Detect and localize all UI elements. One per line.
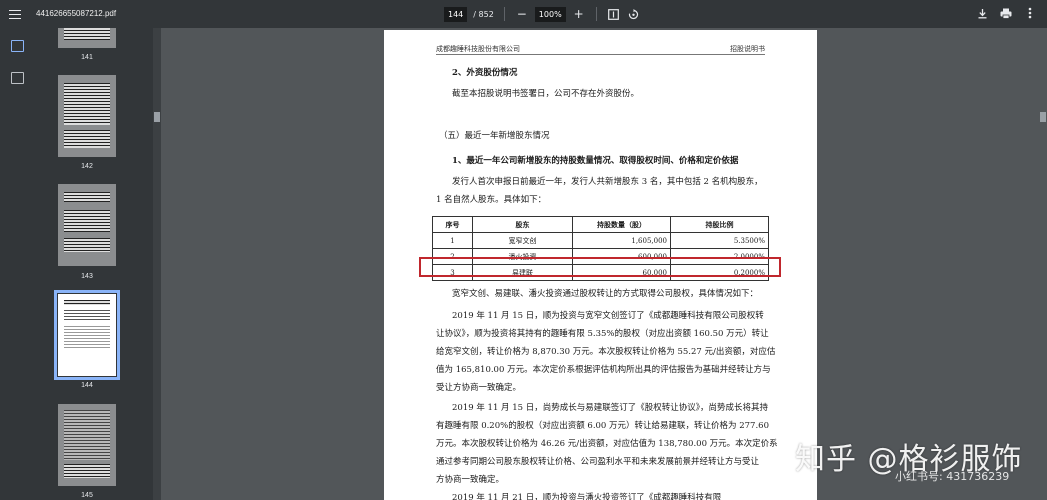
header-divider [436,54,765,55]
toolbar-right-actions [975,6,1037,20]
thumbnail-page-145[interactable] [58,404,116,486]
more-actions-button[interactable] [1023,6,1037,20]
download-button[interactable] [975,6,989,20]
table-header: 持股数量（股） [572,216,671,233]
thumbnail-number: 144 [81,382,93,389]
thumbnail-number: 142 [81,163,93,170]
thumbnail-content [64,210,110,232]
rotate-button[interactable] [627,7,641,21]
thumbnail-number: 143 [81,273,93,280]
section-heading: （五）最近一年新增股东情况 [439,131,550,141]
thumbnail-content [64,83,110,125]
thumbnail-number: 141 [81,54,93,61]
table-header: 持股比例 [670,216,769,233]
section-heading: 1、最近一年公司新增股东的持股数量情况、取得股权时间、价格和定价依据 [452,156,739,166]
print-button[interactable] [999,6,1013,20]
zoom-input[interactable]: 100% [534,6,566,22]
page-total: / 852 [473,9,494,19]
page-number-input[interactable]: 144 [444,6,468,22]
thumbnail-scrollbar[interactable] [153,28,161,500]
more-icon [1028,7,1032,19]
table-cell: 1,605,000 [572,232,671,249]
scrollbar-thumb[interactable] [1040,112,1046,122]
section-heading: 2、外资股份情况 [452,68,518,78]
table-cell: 5.3500% [670,232,769,249]
zoom-in-button[interactable]: + [572,7,586,21]
thumbnail-content [64,410,110,460]
table-header: 股东 [472,216,573,233]
document-scrollbar[interactable] [1039,28,1047,500]
scrollbar-thumb[interactable] [154,112,160,122]
outline-view-icon[interactable] [11,72,24,84]
thumbnail-content [64,192,110,202]
thumbnail-content [64,464,110,478]
zoom-out-button[interactable]: − [515,7,529,21]
rotate-icon [629,8,639,19]
menu-icon [9,9,21,19]
fit-page-button[interactable] [607,7,621,21]
thumbnail-content [64,300,110,305]
sidebar-rail [0,28,35,500]
paragraph-line: 受让方协商一致确定。 [436,383,522,393]
toolbar-divider [503,7,505,21]
print-icon [1000,8,1012,19]
paragraph: 截至本招股说明书签署日，公司不存在外资股份。 [452,89,640,99]
table-row: 1 宽窄文创 1,605,000 5.3500% [432,232,769,249]
thumbnail-page-144[interactable] [54,290,120,380]
thumbnail-content [64,130,110,148]
thumbnail-content [64,28,110,40]
file-name: 441626655087212.pdf [36,9,117,18]
paragraph-line: 宽窄文创、易建联、潘火投资通过股权转让的方式取得公司股权，具体情况如下： [452,289,759,299]
page-zoom-controls: 144 / 852 − 100% + [444,5,641,23]
page-header-right: 招股说明书 [730,45,765,53]
page-header-left: 成都趣睡科技股份有限公司 [436,45,520,53]
table-header: 序号 [432,216,473,233]
paragraph-line: 1 名自然人股东。具体如下： [436,195,547,205]
table-cell: 1 [432,232,473,249]
thumbnail-page-142[interactable] [58,75,116,157]
watermark-sub: 小红书号: 431736239 [895,470,1010,483]
thumbnail-content [64,326,110,350]
paragraph-line: 2019 年 11 月 21 日，顺为投资与潘火投资签订了《成都趣睡科技有限 [452,493,722,500]
download-icon [978,8,986,18]
thumbnail-panel: 141 142 143 144 145 [35,28,153,500]
thumbnail-page-141[interactable] [58,28,116,48]
table-cell: 宽窄文创 [472,232,573,249]
thumbnail-number: 145 [81,492,93,499]
menu-button[interactable] [0,0,30,28]
thumbnail-view-icon[interactable] [11,40,24,52]
highlight-box [419,257,781,277]
pdf-toolbar: 441626655087212.pdf 144 / 852 − 100% + [0,0,1047,28]
thumbnail-content [64,238,110,252]
thumbnail-page-143[interactable] [58,184,116,266]
table-header-row: 序号 股东 持股数量（股） 持股比例 [432,216,769,233]
fit-page-icon [608,8,620,20]
thumbnail-content [64,310,110,322]
toolbar-divider [595,7,597,21]
